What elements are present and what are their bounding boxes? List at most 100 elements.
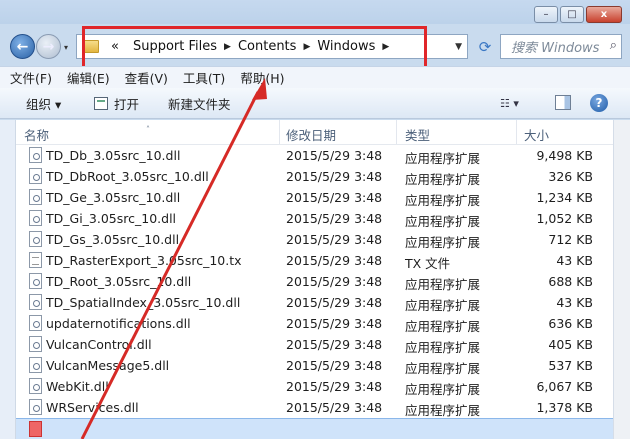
address-dropdown-icon[interactable]: ▼ bbox=[455, 42, 462, 52]
folder-icon bbox=[83, 40, 99, 53]
file-size: 712 KB bbox=[548, 232, 593, 247]
file-modified: 2015/5/29 3:48 bbox=[286, 253, 383, 268]
vertical-scrollbar[interactable] bbox=[613, 120, 630, 439]
column-header-type[interactable]: 类型 bbox=[405, 125, 430, 144]
window-controls: – □ x bbox=[534, 6, 622, 23]
table-row[interactable]: TD_Ge_3.05src_10.dll 2015/5/29 3:48 应用程序扩展… bbox=[16, 187, 613, 208]
file-name: WRServices.dll bbox=[46, 400, 139, 415]
search-placeholder: 搜索 Windows bbox=[511, 41, 600, 56]
menu-view[interactable]: 查看(V) bbox=[125, 68, 168, 87]
table-row[interactable]: TD_Gs_3.05src_10.dll 2015/5/29 3:48 应用程序扩展… bbox=[16, 229, 613, 250]
dll-file-icon bbox=[29, 231, 42, 247]
breadcrumb-overflow[interactable]: « bbox=[104, 39, 126, 54]
text-file-icon bbox=[29, 252, 42, 268]
file-modified: 2015/5/29 3:48 bbox=[286, 148, 383, 163]
menu-tools[interactable]: 工具(T) bbox=[183, 68, 225, 87]
address-bar[interactable]: « Support Files ▶ Contents ▶ Windows ▶ ▼ bbox=[76, 34, 468, 59]
command-bar: 组织 ▾ 打开 新建文件夹 ☷ ▾ ? bbox=[0, 88, 630, 119]
file-type: 应用程序扩展 bbox=[405, 382, 481, 397]
breadcrumb-support-files[interactable]: Support Files bbox=[126, 39, 224, 54]
dll-file-icon bbox=[29, 147, 42, 163]
file-name: VulcanMessage5.dll bbox=[46, 358, 170, 373]
table-row[interactable]: VulcanControl.dll 2015/5/29 3:48 应用程序扩展 405… bbox=[16, 334, 613, 355]
file-modified: 2015/5/29 3:48 bbox=[286, 274, 383, 289]
column-divider[interactable] bbox=[279, 120, 280, 144]
file-size: 1,234 KB bbox=[536, 190, 593, 205]
help-button[interactable]: ? bbox=[590, 94, 608, 112]
breadcrumb-separator-icon[interactable]: ▶ bbox=[224, 42, 231, 52]
breadcrumb-separator-icon[interactable]: ▶ bbox=[303, 42, 310, 52]
table-row[interactable]: TD_DbRoot_3.05src_10.dll 2015/5/29 3:48 应用… bbox=[16, 166, 613, 187]
file-modified: 2015/5/29 3:48 bbox=[286, 211, 383, 226]
search-input[interactable]: 搜索 Windows ⌕ bbox=[500, 34, 622, 59]
file-modified: 2015/5/29 3:48 bbox=[286, 232, 383, 247]
column-divider[interactable] bbox=[516, 120, 517, 144]
back-button[interactable]: ← bbox=[10, 34, 35, 59]
file-name: TD_Gs_3.05src_10.dll bbox=[46, 232, 180, 247]
column-header-modified[interactable]: 修改日期 bbox=[286, 125, 336, 144]
table-row[interactable]: WebKit.dll 2015/5/29 3:48 应用程序扩展 6,067 KB bbox=[16, 376, 613, 397]
file-name: VulcanControl.dll bbox=[46, 337, 152, 352]
file-type: 应用程序扩展 bbox=[405, 193, 481, 208]
breadcrumb-windows[interactable]: Windows bbox=[310, 39, 382, 54]
close-button[interactable]: x bbox=[586, 6, 622, 23]
file-type: 应用程序扩展 bbox=[405, 151, 481, 166]
table-row[interactable]: TD_Root_3.05src_10.dll 2015/5/29 3:48 应用程序… bbox=[16, 271, 613, 292]
sort-ascending-icon: ˄ bbox=[146, 125, 150, 134]
open-label: 打开 bbox=[114, 96, 140, 112]
dll-file-icon bbox=[29, 378, 42, 394]
file-size: 43 KB bbox=[556, 253, 593, 268]
column-header-size[interactable]: 大小 bbox=[524, 125, 549, 144]
table-row[interactable]: TD_Db_3.05src_10.dll 2015/5/29 3:48 应用程序扩展… bbox=[16, 145, 613, 166]
dll-file-icon bbox=[29, 210, 42, 226]
menu-edit[interactable]: 编辑(E) bbox=[67, 68, 110, 87]
file-name: WebKit.dll bbox=[46, 379, 109, 394]
table-row[interactable]: WRServices.dll 2015/5/29 3:48 应用程序扩展 1,378 … bbox=[16, 397, 613, 418]
partial-row[interactable] bbox=[16, 418, 613, 439]
table-row[interactable]: VulcanMessage5.dll 2015/5/29 3:48 应用程序扩展 53… bbox=[16, 355, 613, 376]
file-type: 应用程序扩展 bbox=[405, 214, 481, 229]
preview-pane-button[interactable] bbox=[555, 95, 571, 110]
forward-arrow-icon: → bbox=[42, 38, 55, 55]
title-bar: – □ x bbox=[0, 0, 630, 24]
file-size: 43 KB bbox=[556, 295, 593, 310]
file-modified: 2015/5/29 3:48 bbox=[286, 295, 383, 310]
menu-help[interactable]: 帮助(H) bbox=[240, 68, 284, 87]
organize-label: 组织 ▾ bbox=[26, 96, 62, 112]
file-type: 应用程序扩展 bbox=[405, 235, 481, 250]
minimize-button[interactable]: – bbox=[534, 6, 558, 23]
maximize-button[interactable]: □ bbox=[560, 6, 584, 23]
change-view-button[interactable]: ☷ ▾ bbox=[500, 97, 519, 110]
refresh-button[interactable]: ⟳ bbox=[474, 34, 496, 59]
navigation-pane[interactable] bbox=[0, 120, 16, 439]
column-divider[interactable] bbox=[396, 120, 397, 144]
menu-file[interactable]: 文件(F) bbox=[10, 68, 52, 87]
table-row[interactable]: TD_RasterExport_3.05src_10.tx 2015/5/29 3… bbox=[16, 250, 613, 271]
dll-file-icon bbox=[29, 294, 42, 310]
breadcrumb-separator-icon[interactable]: ▶ bbox=[382, 42, 389, 52]
file-modified: 2015/5/29 3:48 bbox=[286, 190, 383, 205]
file-type: 应用程序扩展 bbox=[405, 277, 481, 292]
view-icon: ☷ ▾ bbox=[500, 97, 519, 110]
file-type: 应用程序扩展 bbox=[405, 319, 481, 334]
menu-bar: 文件(F) 编辑(E) 查看(V) 工具(T) 帮助(H) bbox=[0, 66, 630, 88]
breadcrumb-contents[interactable]: Contents bbox=[231, 39, 303, 54]
table-row[interactable]: updaternotifications.dll 2015/5/29 3:48 应用… bbox=[16, 313, 613, 334]
new-folder-button[interactable]: 新建文件夹 bbox=[168, 88, 231, 118]
column-header-name[interactable]: 名称 bbox=[24, 125, 49, 144]
dll-file-icon bbox=[29, 168, 42, 184]
organize-button[interactable]: 组织 ▾ bbox=[26, 88, 61, 118]
dll-file-icon bbox=[29, 273, 42, 289]
file-size: 1,378 KB bbox=[536, 400, 593, 415]
new-folder-label: 新建文件夹 bbox=[168, 96, 231, 112]
table-row[interactable]: TD_SpatialIndex_3.05src_10.dll 2015/5/29 … bbox=[16, 292, 613, 313]
recent-pages-button[interactable]: ▾ bbox=[64, 43, 68, 52]
open-button[interactable]: 打开 bbox=[94, 88, 139, 118]
back-arrow-icon: ← bbox=[16, 38, 29, 55]
close-icon: x bbox=[600, 9, 608, 20]
dll-file-icon bbox=[29, 189, 42, 205]
forward-button[interactable]: → bbox=[36, 34, 61, 59]
table-row[interactable]: TD_Gi_3.05src_10.dll 2015/5/29 3:48 应用程序扩展… bbox=[16, 208, 613, 229]
file-modified: 2015/5/29 3:48 bbox=[286, 358, 383, 373]
file-size: 6,067 KB bbox=[536, 379, 593, 394]
